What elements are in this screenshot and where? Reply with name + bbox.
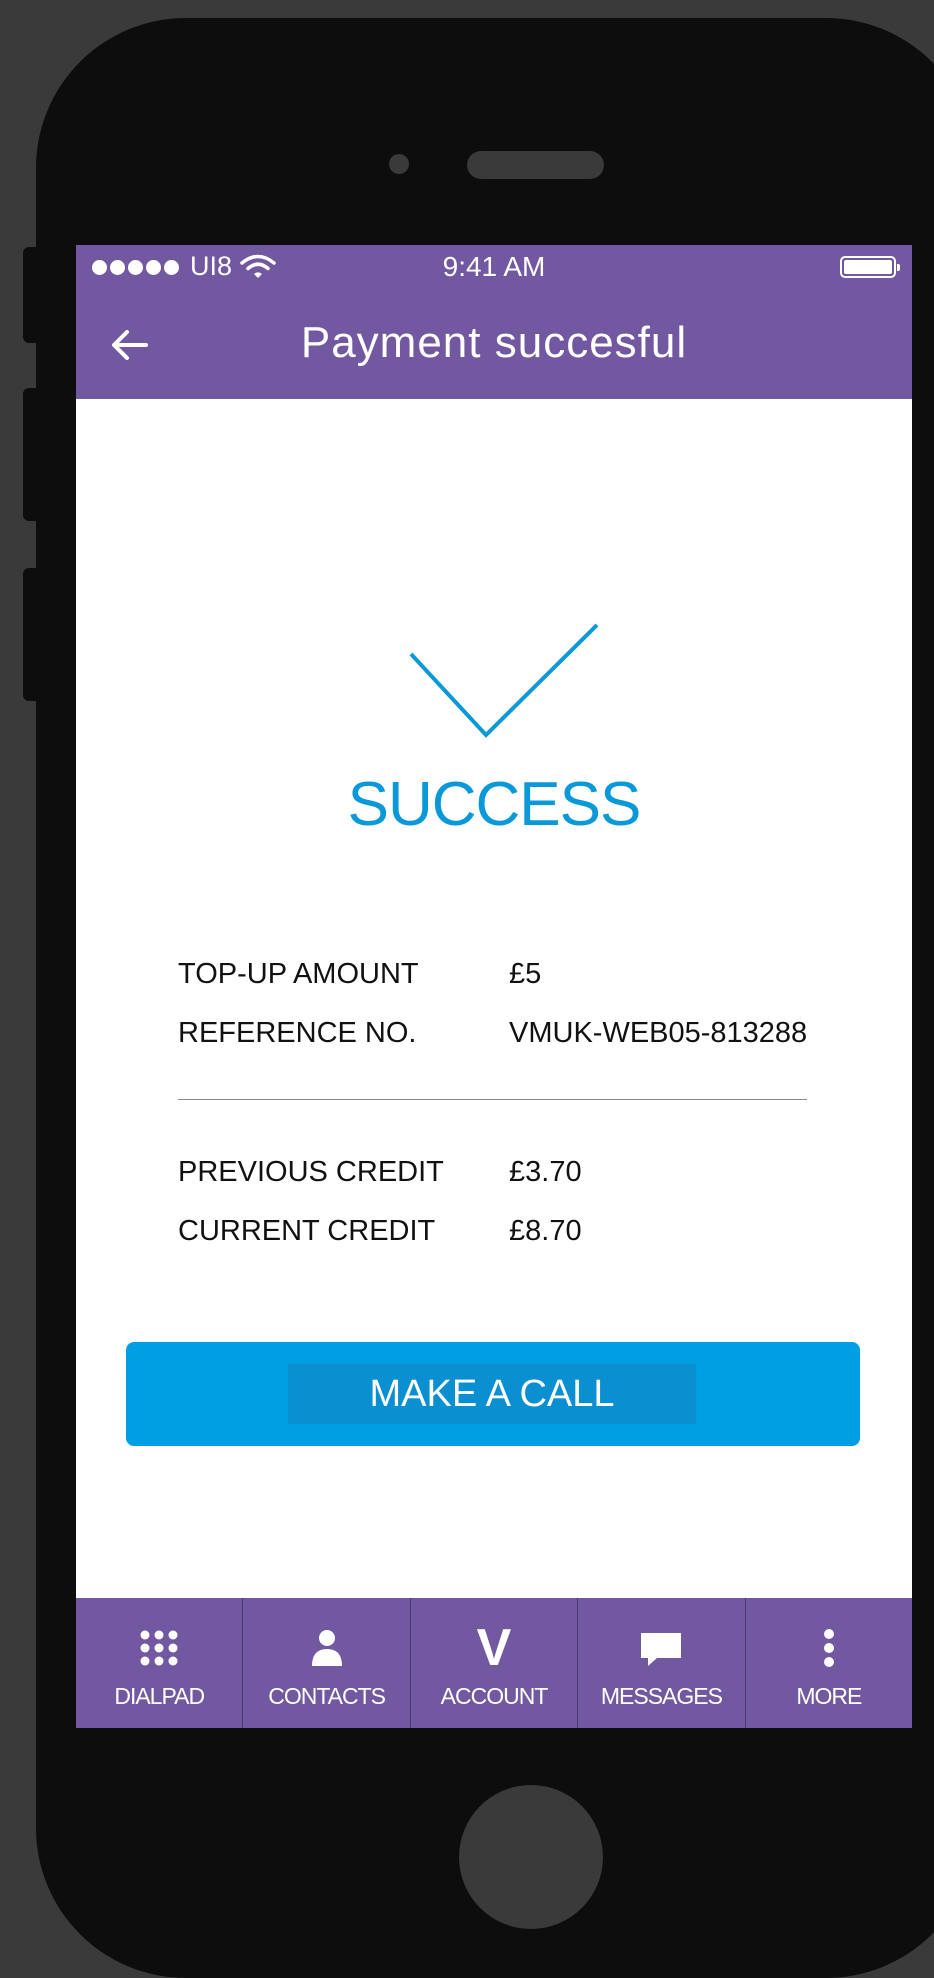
tab-contacts[interactable]: CONTACTS: [243, 1598, 411, 1728]
dialpad-icon: [140, 1630, 178, 1666]
tab-dialpad-label: DIALPAD: [114, 1683, 205, 1709]
volume-down-button: [23, 568, 37, 701]
divider: [178, 1099, 807, 1100]
tab-more[interactable]: MORE: [746, 1598, 912, 1728]
tab-messages[interactable]: MESSAGES: [578, 1598, 746, 1728]
make-a-call-label: MAKE A CALL: [288, 1364, 696, 1424]
tab-messages-label: MESSAGES: [600, 1683, 723, 1709]
page-title: Payment succesful: [300, 318, 688, 367]
success-label: SUCCESS: [347, 770, 642, 839]
front-camera: [389, 154, 409, 174]
more-vertical-icon: [823, 1629, 834, 1667]
current-credit-value: £8.70: [509, 1215, 582, 1247]
earpiece-speaker: [467, 151, 604, 179]
message-bubble-icon: [641, 1633, 682, 1666]
app-screen: UI8 9:41 AM Payment succesful SUCCESS TO…: [76, 245, 912, 1728]
previous-credit-row: PREVIOUS CREDIT £3.70: [178, 1156, 898, 1196]
person-icon: [311, 1630, 342, 1666]
reference-number-row: REFERENCE NO. VMUK-WEB05-813288: [178, 1017, 898, 1057]
mute-switch: [23, 247, 37, 343]
tab-account[interactable]: V ACCOUNT: [411, 1598, 579, 1728]
volume-up-button: [23, 388, 37, 521]
reference-number-label: REFERENCE NO.: [178, 1017, 417, 1049]
current-credit-row: CURRENT CREDIT £8.70: [178, 1215, 898, 1255]
tab-contacts-label: CONTACTS: [268, 1683, 386, 1709]
home-button[interactable]: [459, 1785, 603, 1929]
success-checkmark-icon: [409, 623, 599, 738]
v-logo-icon: V: [476, 1619, 512, 1677]
bottom-tab-bar: DIALPAD CONTACTS V ACCOUNT MESSAGES MORE: [76, 1598, 912, 1728]
battery-icon: [840, 256, 900, 278]
navigation-bar: Payment succesful: [76, 289, 912, 399]
status-time: 9:41 AM: [442, 251, 546, 282]
top-up-amount-label: TOP-UP AMOUNT: [178, 958, 419, 990]
previous-credit-label: PREVIOUS CREDIT: [178, 1156, 444, 1188]
tab-account-label: ACCOUNT: [440, 1683, 549, 1709]
make-a-call-button[interactable]: MAKE A CALL: [126, 1342, 860, 1446]
reference-number-value: VMUK-WEB05-813288: [509, 1017, 808, 1049]
top-up-amount-value: £5: [509, 958, 542, 990]
tab-more-label: MORE: [796, 1683, 862, 1709]
top-up-amount-row: TOP-UP AMOUNT £5: [178, 958, 898, 998]
current-credit-label: CURRENT CREDIT: [178, 1215, 436, 1247]
tab-dialpad[interactable]: DIALPAD: [76, 1598, 244, 1728]
previous-credit-value: £3.70: [509, 1156, 582, 1188]
status-bar: UI8 9:41 AM: [76, 245, 912, 289]
